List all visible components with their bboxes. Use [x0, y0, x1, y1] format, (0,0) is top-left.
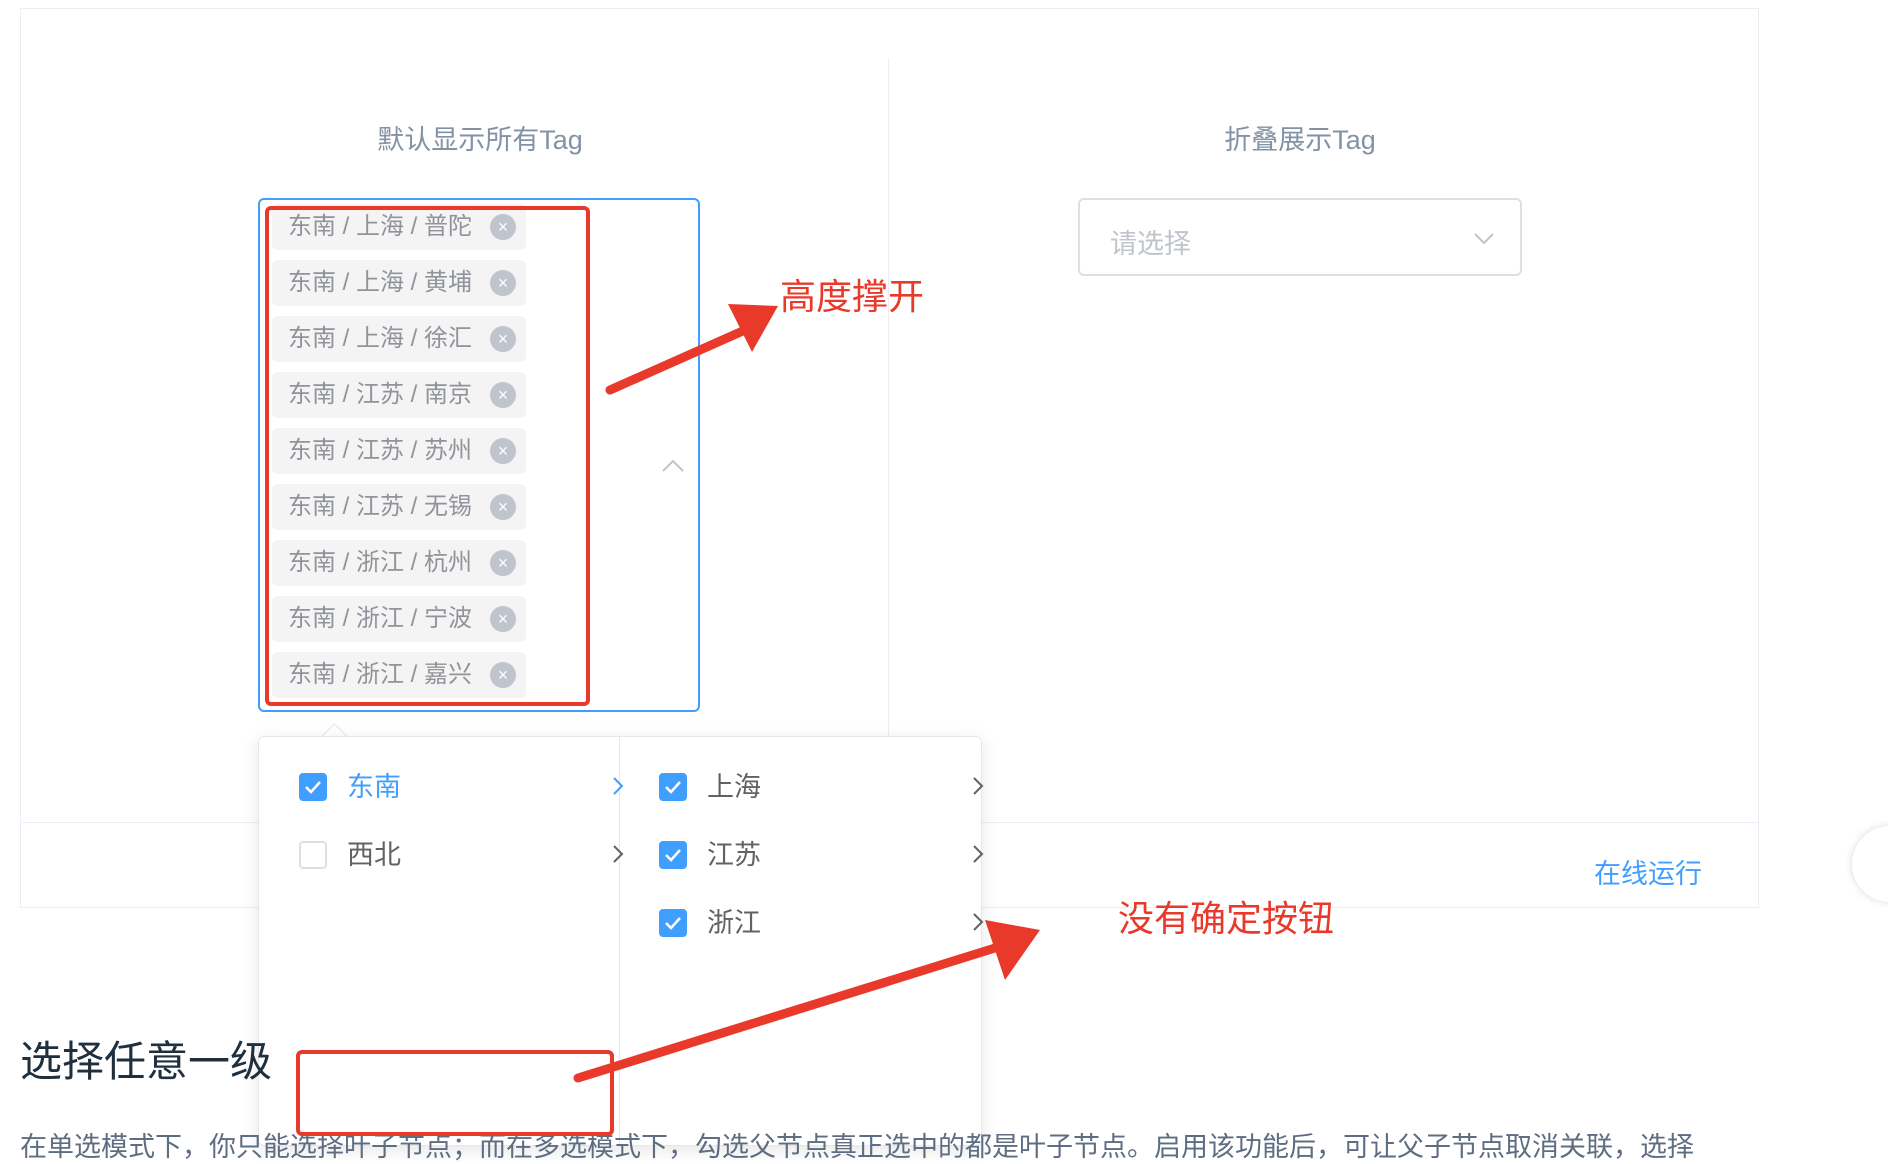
- left-column-title: 默认显示所有Tag: [377, 125, 583, 155]
- chevron-up-icon[interactable]: [660, 454, 686, 480]
- chevron-down-icon: [1474, 233, 1494, 245]
- menu-item-label: 东南: [347, 772, 401, 802]
- menu-item-label: 上海: [707, 772, 761, 802]
- checkbox-unchecked[interactable]: [299, 841, 327, 869]
- section-paragraph: 在单选模式下，你只能选择叶子节点；而在多选模式下，勾选父节点真正选中的都是叶子节…: [20, 1132, 1694, 1162]
- menu-item-label: 西北: [347, 840, 401, 870]
- annotation-box-footer: [296, 1050, 614, 1136]
- chevron-right-icon: [613, 845, 624, 863]
- annotation-height-note: 高度撑开: [780, 276, 925, 317]
- menu-item-zhejiang[interactable]: 浙江: [659, 895, 989, 951]
- run-online-link[interactable]: 在线运行: [1594, 852, 1702, 891]
- menu-item-jiangsu[interactable]: 江苏: [659, 827, 989, 883]
- annotation-no-confirm-note: 没有确定按钮: [1118, 898, 1335, 939]
- chevron-right-icon: [973, 845, 984, 863]
- menu-item-xibei[interactable]: 西北: [299, 827, 629, 883]
- section-heading: 选择任意一级: [20, 1038, 273, 1085]
- cascader-input-collapsed[interactable]: 请选择: [1078, 198, 1522, 276]
- menu-item-shanghai[interactable]: 上海: [659, 759, 989, 815]
- column-divider: [888, 58, 889, 822]
- back-to-top-button[interactable]: [1852, 826, 1888, 902]
- checkbox-checked[interactable]: [299, 773, 327, 801]
- cascader-placeholder: 请选择: [1110, 229, 1191, 259]
- menu-item-label: 浙江: [707, 908, 761, 938]
- menu-item-dongnan[interactable]: 东南: [299, 759, 629, 815]
- annotation-box-tags: [265, 206, 590, 706]
- menu-item-label: 江苏: [707, 840, 761, 870]
- chevron-right-icon: [613, 777, 624, 795]
- chevron-right-icon: [973, 913, 984, 931]
- checkbox-checked[interactable]: [659, 909, 687, 937]
- checkbox-checked[interactable]: [659, 773, 687, 801]
- arrowhead: [985, 920, 1040, 980]
- checkbox-checked[interactable]: [659, 841, 687, 869]
- chevron-right-icon: [973, 777, 984, 795]
- right-column-title: 折叠展示Tag: [1224, 125, 1376, 155]
